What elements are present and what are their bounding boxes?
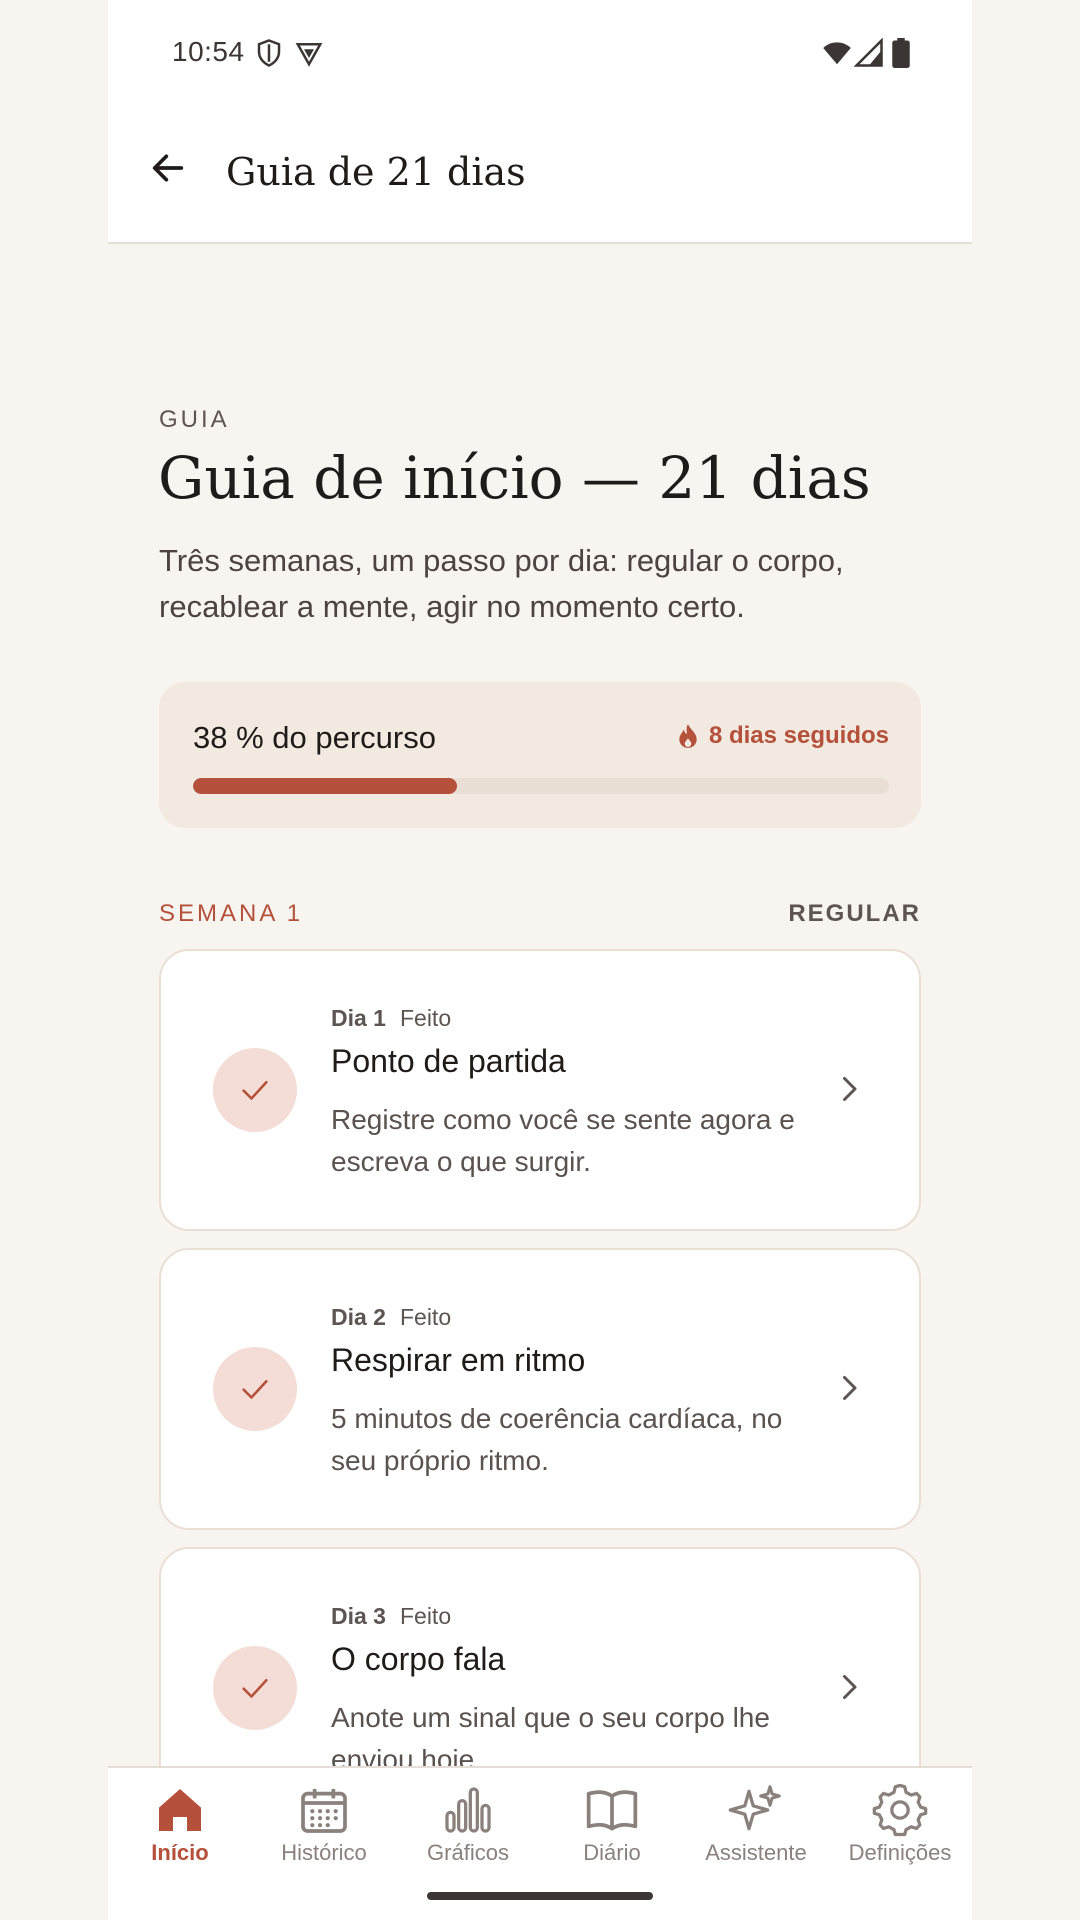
day-card-1[interactable]: Dia 1 Feito Ponto de partida Registre com… [159,949,921,1231]
battery-icon [892,38,910,68]
chevron-right-icon [843,1376,857,1400]
app-bar: Guia de 21 dias [108,110,972,244]
nav-item-graficos[interactable]: Gráficos [396,1782,540,1882]
back-button[interactable] [130,130,206,206]
day-title: Ponto de partida [331,1043,566,1079]
nav-label: Histórico [281,1840,367,1865]
nav-label: Assistente [705,1840,807,1865]
week-label: SEMANA 1 [159,900,304,927]
nav-item-diario[interactable]: Diário [540,1782,684,1882]
chevron-right-icon [843,1077,857,1101]
section-eyebrow: GUIA [159,406,230,433]
progress-label: 38 % do percurso [193,720,436,755]
day-card-2[interactable]: Dia 2 Feito Respirar em ritmo 5 minutos d… [159,1248,921,1530]
nav-label: Início [151,1840,209,1865]
nav-label: Definições [848,1840,952,1865]
done-indicator [213,1048,297,1132]
cell-signal-icon [854,38,883,67]
app-screen: 10:54 Guia de 21 dias GUIA Guia de iníci… [108,0,972,1920]
guide-content[interactable]: GUIA Guia de início — 21 dias Três seman… [108,244,972,1766]
bar-chart-icon [445,1787,491,1833]
home-indicator[interactable] [427,1892,653,1900]
day-meta: Dia 1 Feito [331,1005,451,1032]
nav-item-definicoes[interactable]: Definições [828,1782,972,1882]
day-status: Feito [399,1005,452,1031]
day-meta: Dia 2 Feito [331,1304,451,1331]
check-icon [242,1080,268,1100]
done-indicator [213,1646,297,1730]
day-number: Dia 1 [331,1005,386,1031]
check-icon [242,1678,268,1698]
nav-label: Gráficos [427,1840,509,1865]
day-title: Respirar em ritmo [331,1342,586,1378]
day-description: Anote um sinal que o seu corpo lhe envio… [331,1702,770,1766]
home-icon [159,1789,201,1831]
sparkles-icon [728,1785,781,1831]
calendar-icon [301,1789,347,1833]
vpn-icon [295,43,323,67]
day-description: 5 minutos de coerência cardíaca, no seu … [331,1403,783,1476]
arrow-left-icon [152,154,184,182]
day-status: Feito [399,1304,452,1330]
nav-label: Diário [583,1840,641,1865]
page-subtitle: Três semanas, um passo por dia: regular … [159,543,844,624]
day-number: Dia 2 [331,1304,386,1330]
day-description: Registre como você se sente agora e escr… [331,1104,795,1177]
status-bar: 10:54 [108,0,972,110]
flame-icon [679,724,697,748]
page-title: Guia de início — 21 dias [158,444,871,512]
nav-item-assistente[interactable]: Assistente [684,1782,828,1882]
day-status: Feito [399,1603,452,1629]
streak-badge: 8 dias seguidos [677,722,889,750]
day-card-3[interactable]: Dia 3 Feito O corpo fala Anote um sinal q… [159,1547,921,1766]
book-icon [586,1790,638,1831]
app-title: Guia de 21 dias [226,150,526,194]
progress-bar-fill [193,778,458,794]
week-theme: REGULAR [788,900,921,927]
day-meta: Dia 3 Feito [331,1603,451,1630]
chevron-right-icon [843,1675,857,1699]
wifi-icon [823,42,851,65]
streak-label: 8 dias seguidos [708,722,889,749]
done-indicator [213,1347,297,1431]
shield-icon [257,39,281,67]
progress-card: 38 % do percurso 8 dias seguidos [159,682,921,828]
day-title: O corpo fala [331,1641,506,1677]
check-icon [242,1379,268,1399]
gear-icon [872,1783,928,1837]
nav-item-inicio[interactable]: Início [108,1782,252,1882]
status-time: 10:54 [172,36,245,67]
progress-bar [193,778,889,794]
nav-item-historico[interactable]: Histórico [252,1782,396,1882]
day-number: Dia 3 [331,1603,386,1629]
